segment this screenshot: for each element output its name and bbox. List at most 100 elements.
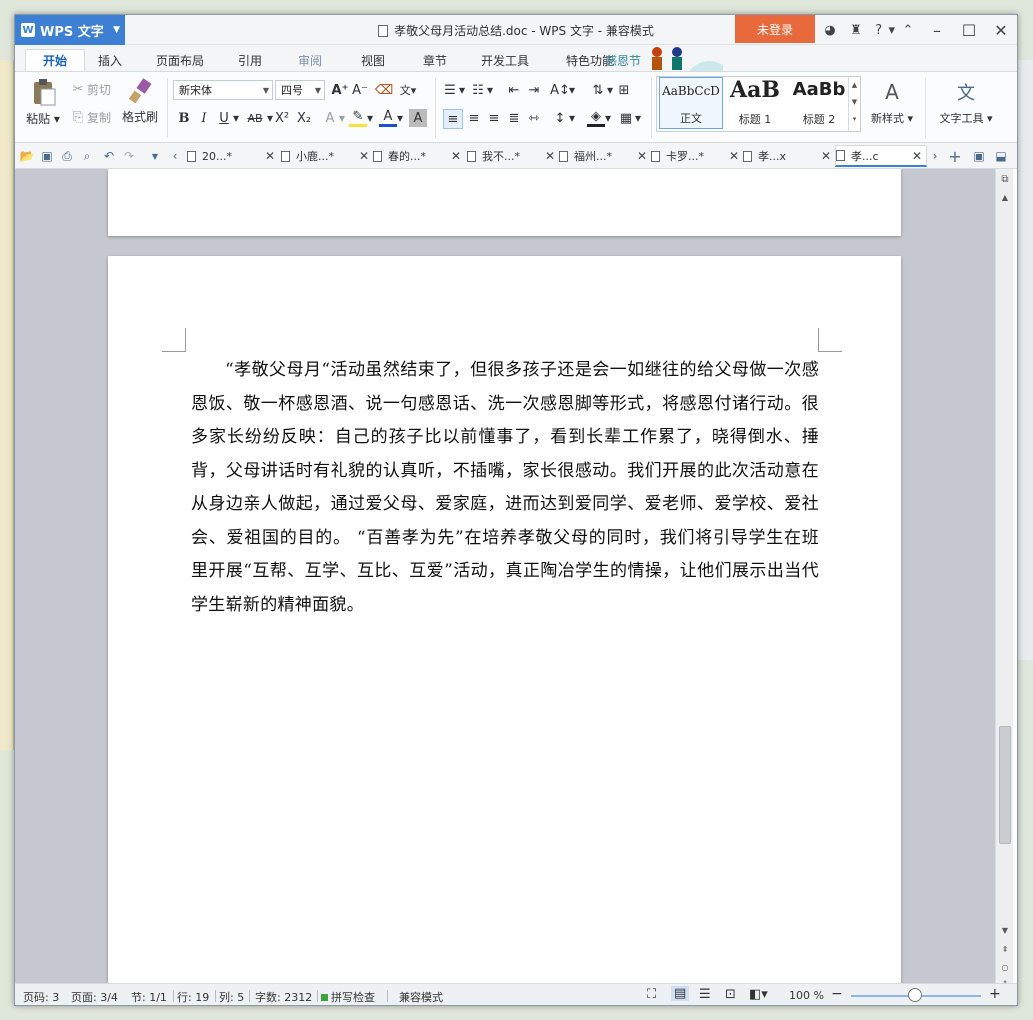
new-tab-icon[interactable]: + — [947, 147, 963, 166]
highlight-button[interactable]: ✎ ▾ — [349, 109, 373, 127]
bold-button[interactable]: B — [175, 109, 193, 127]
previous-page-icon[interactable]: ⇞ — [996, 941, 1014, 957]
status-word-count[interactable]: 字数: 2312 — [255, 989, 312, 1005]
grow-font-button[interactable]: A⁺ — [331, 81, 349, 99]
numbering-button[interactable]: ☷ ▾ — [469, 81, 493, 99]
strikethrough-button[interactable]: AB ▾ — [243, 109, 273, 127]
tab-review[interactable]: 审阅 — [285, 49, 335, 71]
tab-options-icon[interactable]: ⬓ — [993, 147, 1009, 165]
maximize-button[interactable]: ☐ — [953, 15, 985, 45]
save-icon[interactable]: ▣ — [39, 147, 55, 165]
tabs-scroll-right-icon[interactable]: › — [927, 147, 943, 165]
login-button[interactable]: 未登录 — [735, 15, 815, 43]
split-view-icon[interactable]: ⧉ — [996, 171, 1014, 187]
scrollbar-thumb[interactable] — [999, 726, 1011, 844]
font-name-select[interactable]: 新宋体 ▼ — [173, 80, 273, 100]
skin-icon[interactable]: ♜ — [843, 15, 869, 45]
reading-mode-icon[interactable]: ◧▾ — [749, 987, 768, 1002]
align-center-button[interactable]: ≡ — [465, 109, 483, 127]
print-preview-icon[interactable]: ⌕ — [79, 147, 95, 165]
quick-access-menu-icon[interactable]: ▼ — [147, 147, 163, 165]
body-paragraph[interactable]: “孝敬父母月“活动虽然结束了，但很多孩子还是会一如继往的给父母做一次感恩饭、敬一… — [191, 354, 819, 622]
zoom-in-icon[interactable]: + — [989, 986, 1001, 1002]
browse-object-icon[interactable]: ○ — [996, 959, 1014, 975]
scroll-down-arrow-icon[interactable]: ▼ — [996, 922, 1014, 938]
shading-button[interactable]: ◈ ▾ — [587, 109, 611, 127]
share-icon[interactable]: ◕ — [817, 15, 843, 45]
close-tab-icon[interactable]: ✕ — [359, 149, 369, 163]
tab-home[interactable]: 开始 — [25, 49, 85, 71]
close-tab-icon[interactable]: ✕ — [912, 149, 922, 163]
tab-insert[interactable]: 插入 — [85, 49, 135, 71]
bullets-button[interactable]: ☰ ▾ — [441, 81, 465, 99]
undo-icon[interactable]: ↶ — [101, 147, 117, 165]
vertical-scrollbar[interactable]: ⧉ ▲ ▼ ⇞ ○ ⇟ — [995, 169, 1014, 988]
sort-button[interactable]: ⇅ ▾ — [589, 81, 613, 99]
doc-tab[interactable]: 春的...* ✕ — [373, 145, 465, 167]
tab-page-layout[interactable]: 页面布局 — [145, 49, 215, 71]
minimize-button[interactable]: – — [921, 15, 953, 45]
superscript-button[interactable]: X² — [273, 109, 291, 127]
current-page[interactable]: “孝敬父母月“活动虽然结束了，但很多孩子还是会一如继往的给父母做一次感恩饭、敬一… — [108, 256, 901, 983]
subscript-button[interactable]: X₂ — [295, 109, 313, 127]
app-menu-button[interactable]: W WPS 文字 ▼ — [15, 15, 125, 45]
close-button[interactable]: ✕ — [985, 15, 1017, 45]
doc-tab[interactable]: 孝...x ✕ — [743, 145, 835, 167]
close-tab-icon[interactable]: ✕ — [637, 149, 647, 163]
text-tools-button[interactable]: 文 文字工具 ▾ — [933, 78, 999, 136]
scroll-up-arrow-icon[interactable]: ▲ — [996, 189, 1014, 205]
style-normal[interactable]: AaBbCcD 正文 — [659, 77, 723, 129]
page-view-icon[interactable]: ▤ — [671, 986, 690, 1001]
new-style-button[interactable]: A 新样式 ▾ — [867, 78, 917, 136]
borders-button[interactable]: ▦ ▾ — [617, 109, 641, 127]
style-heading-1[interactable]: AaB 标题 1 — [723, 77, 787, 129]
spell-check-toggle[interactable]: 拼写检查 — [321, 989, 375, 1005]
thanksgiving-banner[interactable]: 感恩节 — [605, 45, 725, 71]
tab-references[interactable]: 引用 — [225, 49, 275, 71]
font-size-select[interactable]: 四号 ▼ — [275, 80, 325, 100]
table-borders-button[interactable]: ⊞ — [615, 81, 633, 99]
char-shading-button[interactable]: A — [409, 109, 427, 127]
help-button[interactable]: ? ▾ — [869, 15, 895, 45]
tabs-scroll-left-icon[interactable]: ‹ — [167, 147, 183, 165]
style-gallery-scroll[interactable]: ▲ ▼ ▾ — [848, 77, 860, 131]
increase-indent-button[interactable]: ⇥ — [525, 81, 543, 99]
cut-button[interactable]: ✂ 剪切 — [69, 80, 111, 98]
zoom-slider-knob[interactable] — [908, 988, 922, 1002]
collapse-ribbon-icon[interactable]: ⌃ — [895, 15, 921, 45]
close-tab-icon[interactable]: ✕ — [729, 149, 739, 163]
redo-icon[interactable]: ↷ — [121, 147, 137, 165]
close-tab-icon[interactable]: ✕ — [545, 149, 555, 163]
italic-button[interactable]: I — [195, 109, 213, 127]
style-heading-2[interactable]: AaBb 标题 2 — [787, 77, 851, 129]
web-view-icon[interactable]: ⊡ — [725, 987, 736, 1002]
clear-format-button[interactable]: ⌫ — [375, 81, 393, 99]
open-folder-icon[interactable]: 📂 — [19, 147, 35, 165]
tab-list-icon[interactable]: ▣ — [971, 147, 987, 165]
doc-tab[interactable]: 20...* ✕ — [187, 145, 279, 167]
line-spacing-button[interactable]: ↕ ▾ — [551, 109, 575, 127]
tab-sections[interactable]: 章节 — [410, 49, 460, 71]
doc-tab[interactable]: 我不...* ✕ — [467, 145, 559, 167]
document-canvas[interactable]: “孝敬父母月“活动虽然结束了，但很多孩子还是会一如继往的给父母做一次感恩饭、敬一… — [15, 169, 995, 983]
zoom-out-icon[interactable]: − — [831, 986, 843, 1002]
doc-tab[interactable]: 卡罗...* ✕ — [651, 145, 743, 167]
shrink-font-button[interactable]: A⁻ — [351, 81, 369, 99]
decrease-indent-button[interactable]: ⇤ — [505, 81, 523, 99]
text-direction-button[interactable]: A↕ ▾ — [550, 81, 575, 99]
doc-tab[interactable]: 福州...* ✕ — [559, 145, 651, 167]
close-tab-icon[interactable]: ✕ — [821, 149, 831, 163]
align-right-button[interactable]: ≡ — [485, 109, 503, 127]
copy-button[interactable]: ⎘ 复制 — [69, 108, 111, 126]
text-effect-button[interactable]: A ▾ — [321, 109, 345, 127]
format-painter-button[interactable]: 格式刷 — [117, 78, 163, 136]
paste-button[interactable]: 粘贴 ▾ — [23, 78, 63, 136]
underline-button[interactable]: U ▾ — [215, 109, 239, 127]
print-icon[interactable]: ⎙ — [59, 147, 75, 165]
close-tab-icon[interactable]: ✕ — [265, 149, 275, 163]
tab-view[interactable]: 视图 — [348, 49, 398, 71]
outline-view-icon[interactable]: ☰ — [699, 987, 711, 1002]
tab-developer[interactable]: 开发工具 — [470, 49, 540, 71]
pinyin-button[interactable]: 文▾ — [399, 81, 417, 99]
zoom-level[interactable]: 100 % — [789, 989, 824, 1002]
